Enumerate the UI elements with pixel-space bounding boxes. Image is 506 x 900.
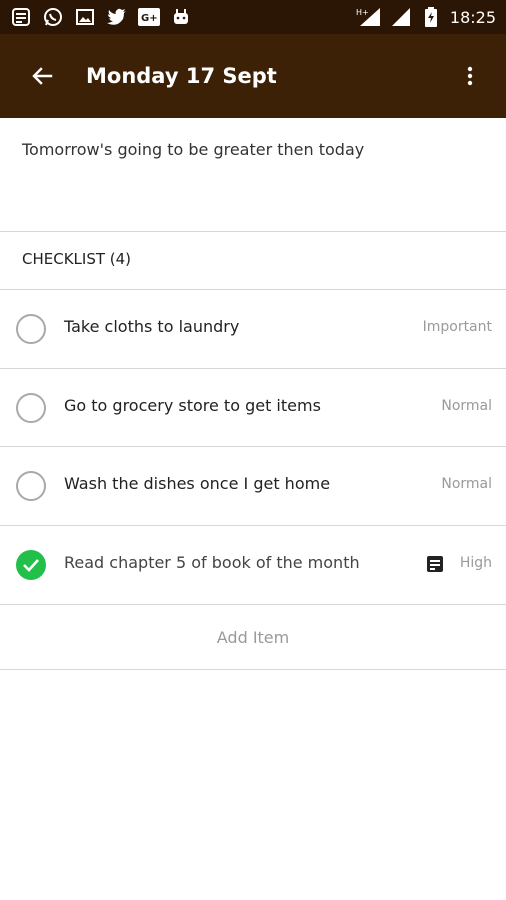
battery-icon bbox=[420, 6, 442, 28]
checkbox-unchecked[interactable] bbox=[16, 314, 46, 344]
checklist-item-text: Go to grocery store to get items bbox=[64, 396, 321, 415]
checklist-item-text: Wash the dishes once I get home bbox=[64, 474, 331, 493]
checklist-item[interactable]: Read chapter 5 of book of the month High bbox=[0, 526, 506, 604]
page-title: Monday 17 Sept bbox=[86, 64, 277, 88]
divider bbox=[0, 669, 506, 670]
checklist-header: CHECKLIST (4) bbox=[22, 250, 132, 268]
add-item-button[interactable]: Add Item bbox=[0, 605, 506, 669]
more-vert-icon bbox=[467, 66, 473, 86]
notes-icon bbox=[10, 6, 32, 28]
checkbox-checked[interactable] bbox=[16, 550, 46, 580]
checklist-item[interactable]: Take cloths to laundry Important bbox=[0, 290, 506, 368]
checkmark-icon bbox=[23, 559, 39, 572]
app-bar: Monday 17 Sept bbox=[0, 34, 506, 118]
signal-icon bbox=[390, 6, 412, 28]
checkbox-unchecked[interactable] bbox=[16, 393, 46, 423]
gallery-icon bbox=[74, 6, 96, 28]
checklist-item[interactable]: Wash the dishes once I get home Normal bbox=[0, 447, 506, 525]
network-type-label: H+ bbox=[356, 8, 369, 17]
note-body[interactable]: Tomorrow's going to be greater then toda… bbox=[22, 140, 364, 159]
overflow-menu-button[interactable] bbox=[460, 60, 480, 92]
note-icon[interactable] bbox=[426, 555, 444, 573]
arrow-back-icon bbox=[32, 67, 53, 85]
priority-label: Important bbox=[422, 319, 492, 335]
checklist-item[interactable]: Go to grocery store to get items Normal bbox=[0, 369, 506, 447]
clock-time: 18:25 bbox=[449, 7, 496, 27]
checkbox-unchecked[interactable] bbox=[16, 471, 46, 501]
priority-label: Normal bbox=[441, 476, 492, 492]
divider bbox=[0, 231, 506, 232]
signal-h-plus-icon: H+ bbox=[356, 6, 382, 28]
svg-text:G+: G+ bbox=[141, 13, 158, 24]
priority-label: Normal bbox=[441, 398, 492, 414]
google-plus-icon: G+ bbox=[138, 6, 160, 28]
checklist-item-text: Take cloths to laundry bbox=[64, 317, 240, 336]
status-bar: G+ H+ 18:25 bbox=[0, 0, 506, 34]
priority-label: High bbox=[459, 555, 492, 571]
whatsapp-icon bbox=[42, 6, 64, 28]
back-button[interactable] bbox=[26, 60, 58, 92]
twitter-icon bbox=[106, 6, 128, 28]
android-icon bbox=[170, 6, 192, 28]
checklist-item-text: Read chapter 5 of book of the month bbox=[64, 553, 360, 572]
